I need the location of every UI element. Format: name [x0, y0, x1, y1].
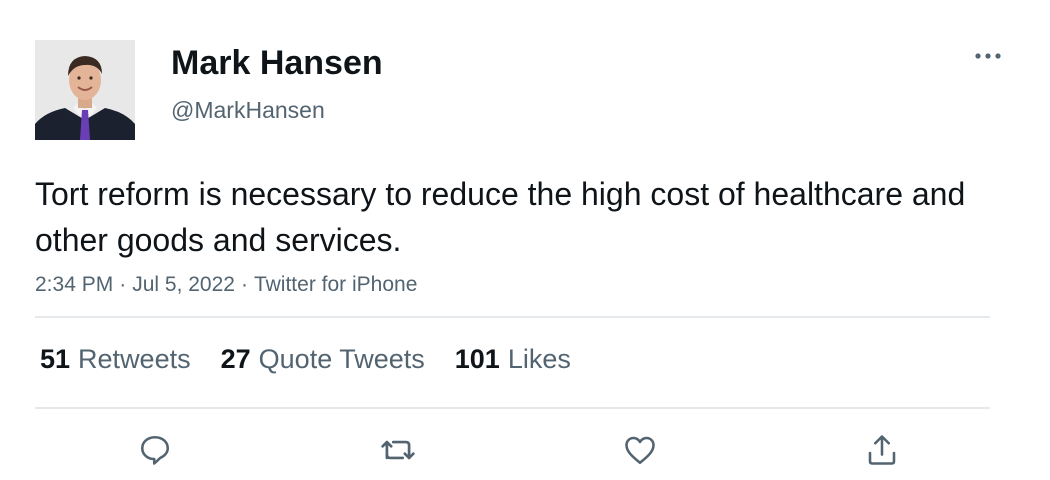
divider [35, 407, 990, 409]
likes-count: 101 [454, 344, 500, 374]
author-display-name[interactable]: Mark Hansen [171, 43, 383, 83]
tweet-stats: 51 Retweets 27 Quote Tweets 101 Likes [40, 343, 601, 375]
share-icon [868, 435, 896, 465]
more-options-button[interactable] [966, 42, 1010, 70]
tweet-source[interactable]: Twitter for iPhone [254, 273, 417, 296]
more-icon [975, 53, 1001, 59]
heart-icon [625, 436, 655, 465]
reply-icon [140, 435, 170, 465]
quote-tweets-stat[interactable]: 27 Quote Tweets [221, 343, 425, 375]
tweet-card: Mark Hansen @MarkHansen Tort reform is n… [0, 0, 1050, 480]
avatar[interactable] [35, 40, 135, 140]
tweet-text: Tort reform is necessary to reduce the h… [35, 176, 966, 258]
retweets-label: Retweets [78, 344, 191, 374]
tweet-metadata: 2:34 PM · Jul 5, 2022 · Twitter for iPhone [35, 271, 417, 299]
retweets-count: 51 [40, 344, 71, 374]
retweet-icon [381, 440, 415, 460]
meta-separator: · [119, 273, 127, 296]
like-button[interactable] [620, 430, 660, 470]
likes-stat[interactable]: 101 Likes [455, 343, 571, 375]
quote-tweets-count: 27 [220, 344, 251, 374]
share-button[interactable] [862, 430, 902, 470]
divider [35, 316, 990, 318]
quote-tweets-label: Quote Tweets [258, 344, 425, 374]
meta-separator: · [240, 273, 248, 296]
retweet-button[interactable] [378, 430, 418, 470]
tweet-date[interactable]: Jul 5, 2022 [132, 273, 235, 296]
tweet-time[interactable]: 2:34 PM [35, 273, 113, 296]
reply-button[interactable] [135, 430, 175, 470]
retweets-stat[interactable]: 51 Retweets [40, 343, 191, 375]
likes-label: Likes [507, 344, 571, 374]
author-handle[interactable]: @MarkHansen [171, 96, 325, 124]
profile-photo-icon [35, 40, 135, 140]
